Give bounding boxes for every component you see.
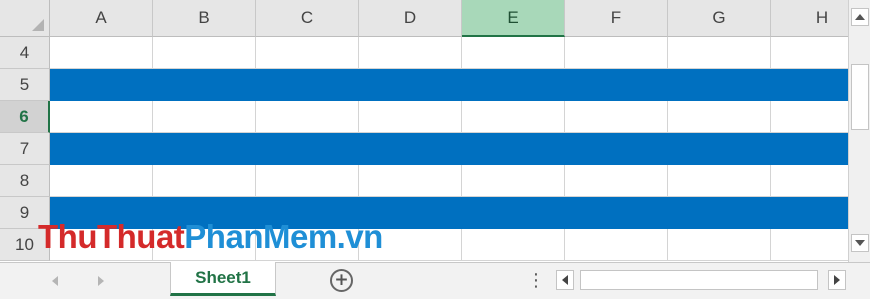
cell-h10[interactable] <box>771 229 848 261</box>
cell-e6[interactable] <box>462 101 565 133</box>
triangle-left-icon <box>52 276 58 286</box>
cell-e9[interactable] <box>462 197 565 229</box>
scroll-right-button[interactable] <box>828 270 846 290</box>
cell-c4[interactable] <box>256 37 359 69</box>
table-row <box>50 101 848 133</box>
column-header-h[interactable]: H <box>771 0 848 37</box>
cell-f10[interactable] <box>565 229 668 261</box>
cell-c5[interactable] <box>256 69 359 101</box>
table-row <box>50 165 848 197</box>
arrow-left-icon <box>562 275 568 285</box>
cell-c8[interactable] <box>256 165 359 197</box>
cell-e10[interactable] <box>462 229 565 261</box>
cell-e5[interactable] <box>462 69 565 101</box>
cell-g10[interactable] <box>668 229 771 261</box>
cell-d6[interactable] <box>359 101 462 133</box>
cell-g5[interactable] <box>668 69 771 101</box>
watermark-part1: ThuThuat <box>38 218 185 255</box>
select-all-triangle-icon <box>32 19 44 31</box>
cell-f4[interactable] <box>565 37 668 69</box>
triangle-right-icon <box>98 276 104 286</box>
scroll-up-button[interactable] <box>851 8 869 26</box>
cell-h9[interactable] <box>771 197 848 229</box>
row-header-4[interactable]: 4 <box>0 37 50 69</box>
sheet-nav-prev-button[interactable] <box>48 273 62 289</box>
cell-f6[interactable] <box>565 101 668 133</box>
scroll-down-button[interactable] <box>851 234 869 252</box>
row-header-7[interactable]: 7 <box>0 133 50 165</box>
cell-h6[interactable] <box>771 101 848 133</box>
cell-b4[interactable] <box>153 37 256 69</box>
cell-f9[interactable] <box>565 197 668 229</box>
cell-a7[interactable] <box>50 133 153 165</box>
arrow-right-icon <box>834 275 840 285</box>
cell-h4[interactable] <box>771 37 848 69</box>
cell-d5[interactable] <box>359 69 462 101</box>
row-header-6[interactable]: 6 <box>0 101 50 133</box>
add-sheet-button[interactable]: + <box>330 269 353 292</box>
watermark-part2: PhanMem.vn <box>184 218 383 255</box>
table-row <box>50 69 848 101</box>
cell-a8[interactable] <box>50 165 153 197</box>
cell-h5[interactable] <box>771 69 848 101</box>
watermark: ThuThuatPhanMem.vn <box>38 218 383 256</box>
sheet-tab-sheet1[interactable]: Sheet1 <box>170 262 276 296</box>
column-header-c[interactable]: C <box>256 0 359 37</box>
cell-b5[interactable] <box>153 69 256 101</box>
vertical-scrollbar[interactable] <box>848 0 870 262</box>
sheet-nav-next-button[interactable] <box>94 273 108 289</box>
horizontal-scrollbar[interactable] <box>556 268 848 292</box>
sheet-tab-bar: Sheet1 + ⋮ <box>0 262 870 299</box>
more-options-icon[interactable]: ⋮ <box>527 269 545 293</box>
cell-b7[interactable] <box>153 133 256 165</box>
scroll-left-button[interactable] <box>556 270 574 290</box>
cell-c6[interactable] <box>256 101 359 133</box>
cell-e8[interactable] <box>462 165 565 197</box>
horizontal-scroll-thumb[interactable] <box>580 270 818 290</box>
cell-f8[interactable] <box>565 165 668 197</box>
row-header-5[interactable]: 5 <box>0 69 50 101</box>
cell-e4[interactable] <box>462 37 565 69</box>
row-header-8[interactable]: 8 <box>0 165 50 197</box>
column-header-b[interactable]: B <box>153 0 256 37</box>
cell-h7[interactable] <box>771 133 848 165</box>
cell-g6[interactable] <box>668 101 771 133</box>
cell-b6[interactable] <box>153 101 256 133</box>
cell-a5[interactable] <box>50 69 153 101</box>
cell-g8[interactable] <box>668 165 771 197</box>
cell-f7[interactable] <box>565 133 668 165</box>
cell-d7[interactable] <box>359 133 462 165</box>
cell-a6[interactable] <box>50 101 153 133</box>
cell-h8[interactable] <box>771 165 848 197</box>
cell-f5[interactable] <box>565 69 668 101</box>
cell-d4[interactable] <box>359 37 462 69</box>
cell-b8[interactable] <box>153 165 256 197</box>
column-header-e[interactable]: E <box>462 0 565 37</box>
arrow-up-icon <box>855 14 865 20</box>
column-header-a[interactable]: A <box>50 0 153 37</box>
arrow-down-icon <box>855 240 865 246</box>
vertical-scroll-thumb[interactable] <box>851 64 869 130</box>
cell-g7[interactable] <box>668 133 771 165</box>
cell-g4[interactable] <box>668 37 771 69</box>
table-row <box>50 37 848 69</box>
column-header-d[interactable]: D <box>359 0 462 37</box>
cell-a4[interactable] <box>50 37 153 69</box>
column-header-g[interactable]: G <box>668 0 771 37</box>
plus-circle-icon: + <box>334 270 349 290</box>
cell-c7[interactable] <box>256 133 359 165</box>
cell-d8[interactable] <box>359 165 462 197</box>
column-headers: ABCDEFGH <box>50 0 848 37</box>
cell-g9[interactable] <box>668 197 771 229</box>
column-header-f[interactable]: F <box>565 0 668 37</box>
select-all-button[interactable] <box>0 0 50 37</box>
table-row <box>50 133 848 165</box>
cell-e7[interactable] <box>462 133 565 165</box>
spreadsheet-grid: ABCDEFGH 4 5 6 7 8 9 10 ThuThuatPhanMem.vn <box>0 0 848 262</box>
